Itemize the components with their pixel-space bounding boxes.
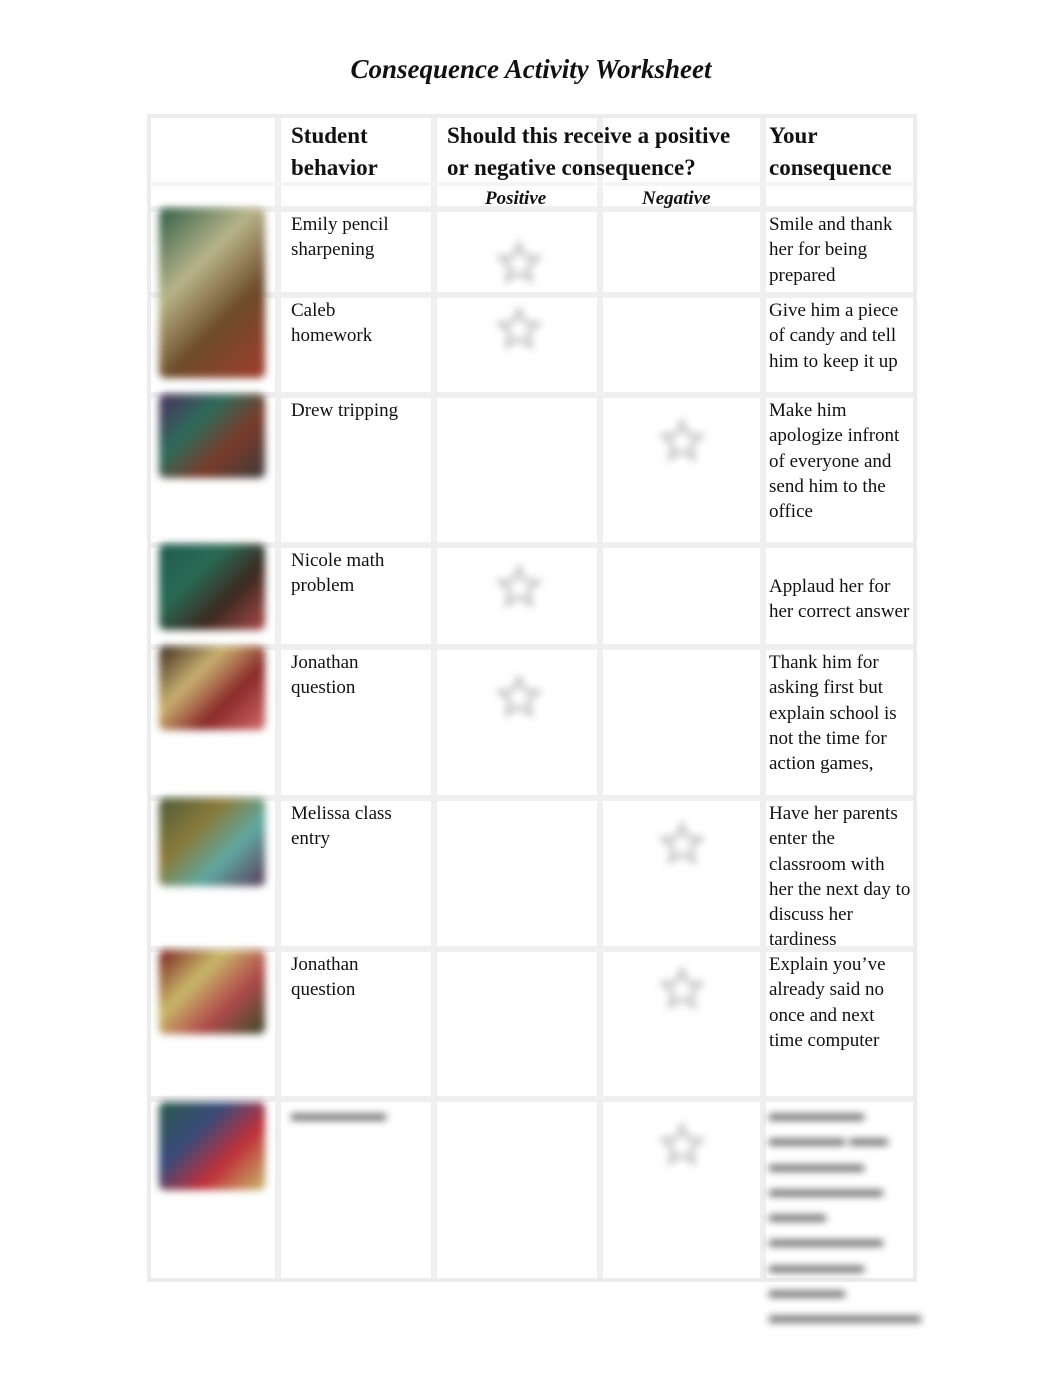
behavior-text: Emily pencil sharpening xyxy=(291,214,389,261)
negative-star-icon xyxy=(658,417,706,464)
header-text: Your xyxy=(769,123,818,148)
behavior-thumbnail xyxy=(159,208,265,378)
header-text: Should this receive a positive xyxy=(447,123,731,148)
consequence-text: Thank him for asking first but explain s… xyxy=(769,652,897,775)
subheader-positive: Positive xyxy=(485,188,547,209)
header-text: Student xyxy=(291,123,368,148)
negative-star-icon xyxy=(658,965,706,1012)
behavior-thumbnail xyxy=(159,544,265,630)
negative-star-icon xyxy=(658,1121,706,1168)
header-text: consequence xyxy=(769,155,892,180)
positive-star-icon xyxy=(495,305,543,352)
header-your-consequence: Your consequence xyxy=(769,120,892,184)
behavior-text: ▬▬▬▬▬ xyxy=(291,1104,386,1125)
header-consequence-type: Should this receive a positive or negati… xyxy=(447,120,730,184)
worksheet-title: Consequence Activity Worksheet xyxy=(350,54,712,84)
consequence-text: Smile and thank her for being prepared xyxy=(769,214,893,286)
row-divider xyxy=(151,542,913,548)
behavior-text: Melissa class entry xyxy=(291,803,392,850)
consequence-text: ▬▬▬▬▬ ▬▬▬▬ ▬▬ ▬▬▬▬▬ ▬▬▬▬▬▬ ▬▬▬ ▬▬▬▬▬▬ ▬▬… xyxy=(769,1104,921,1328)
negative-star-icon xyxy=(658,820,706,867)
behavior-thumbnail xyxy=(159,394,265,478)
consequence-table: Student behavior Should this receive a p… xyxy=(147,114,921,1327)
positive-star-icon xyxy=(495,673,543,720)
consequence-text: Give him a piece of candy and tell him t… xyxy=(769,300,899,372)
behavior-thumbnail xyxy=(159,1102,265,1190)
positive-star-icon xyxy=(495,239,543,286)
behavior-thumbnail xyxy=(159,646,265,730)
header-text: behavior xyxy=(291,155,378,180)
behavior-text: Caleb homework xyxy=(291,300,373,347)
behavior-thumbnail xyxy=(159,798,265,886)
consequence-text: Explain you’ve already said no once and … xyxy=(769,954,886,1051)
behavior-text: Jonathan question xyxy=(291,954,359,1001)
consequence-text: Applaud her for her correct answer xyxy=(769,576,910,623)
behavior-text: Jonathan question xyxy=(291,652,359,699)
consequence-text: Have her parents enter the classroom wit… xyxy=(769,803,911,951)
behavior-thumbnail xyxy=(159,950,265,1034)
header-text: or negative consequence? xyxy=(447,155,696,180)
subheader-negative: Negative xyxy=(642,188,711,209)
behavior-text: Drew tripping xyxy=(291,400,399,421)
positive-star-icon xyxy=(495,563,543,610)
consequence-text: Make him apologize infront of everyone a… xyxy=(769,400,900,523)
behavior-text: Nicole math problem xyxy=(291,550,385,597)
header-student-behavior: Student behavior xyxy=(291,120,378,184)
